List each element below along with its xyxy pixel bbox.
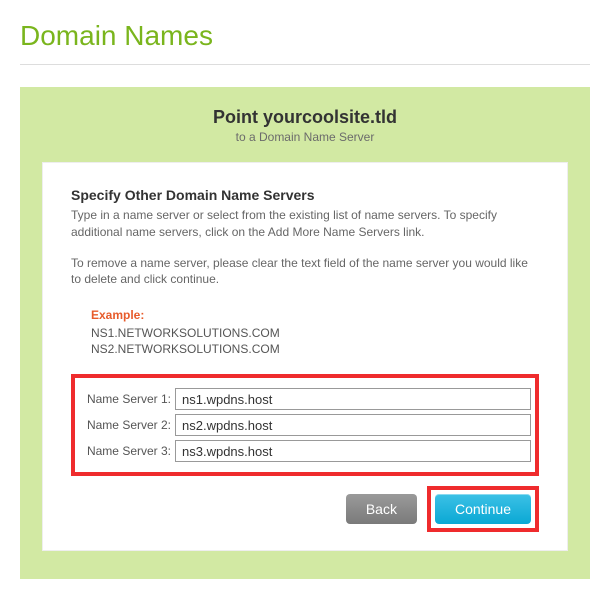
nameserver-row: Name Server 2: <box>79 414 531 436</box>
continue-highlight: Continue <box>427 486 539 532</box>
nameserver-label-3: Name Server 3: <box>79 444 175 458</box>
section-note: To remove a name server, please clear th… <box>71 255 539 289</box>
divider <box>20 64 590 65</box>
panel-title: Point yourcoolsite.tld <box>42 107 568 128</box>
continue-button[interactable]: Continue <box>435 494 531 524</box>
nameserver-input-1[interactable] <box>175 388 531 410</box>
page-title: Domain Names <box>20 20 590 52</box>
example-label: Example: <box>91 308 539 322</box>
nameserver-row: Name Server 1: <box>79 388 531 410</box>
panel-subtitle: to a Domain Name Server <box>42 130 568 144</box>
panel-inner: Specify Other Domain Name Servers Type i… <box>42 162 568 551</box>
nameserver-inputs-highlight: Name Server 1: Name Server 2: Name Serve… <box>71 374 539 476</box>
nameserver-label-1: Name Server 1: <box>79 392 175 406</box>
nameserver-label-2: Name Server 2: <box>79 418 175 432</box>
section-description: Type in a name server or select from the… <box>71 207 539 241</box>
section-heading: Specify Other Domain Name Servers <box>71 187 539 203</box>
example-block: Example: NS1.NETWORKSOLUTIONS.COM NS2.NE… <box>91 308 539 356</box>
panel-outer: Point yourcoolsite.tld to a Domain Name … <box>20 87 590 579</box>
nameserver-input-2[interactable] <box>175 414 531 436</box>
back-button[interactable]: Back <box>346 494 417 524</box>
nameserver-row: Name Server 3: <box>79 440 531 462</box>
example-line-1: NS1.NETWORKSOLUTIONS.COM <box>91 326 539 340</box>
nameserver-input-3[interactable] <box>175 440 531 462</box>
example-line-2: NS2.NETWORKSOLUTIONS.COM <box>91 342 539 356</box>
button-bar: Back Continue <box>71 486 539 532</box>
panel-header: Point yourcoolsite.tld to a Domain Name … <box>42 107 568 144</box>
